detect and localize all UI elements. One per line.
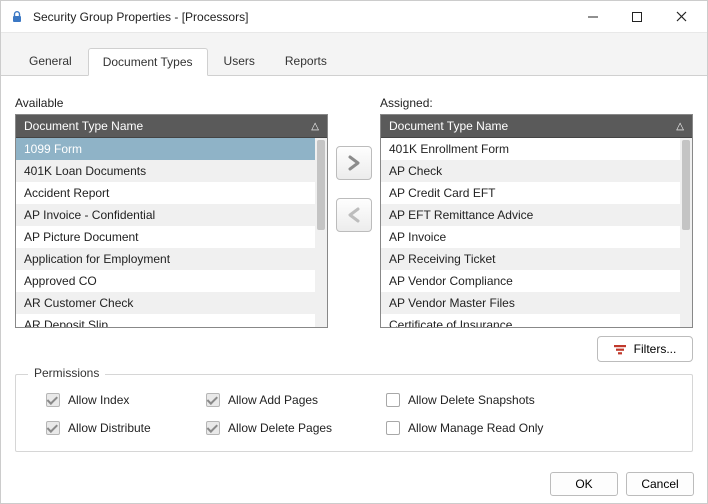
available-column-label: Document Type Name <box>24 119 143 133</box>
perm-label: Allow Delete Pages <box>228 421 332 435</box>
list-item[interactable]: AP Picture Document <box>16 226 327 248</box>
list-item[interactable]: AP Invoice - Confidential <box>16 204 327 226</box>
checkbox-icon <box>206 393 220 407</box>
perm-allow-manage-read-only[interactable]: Allow Manage Read Only <box>386 421 606 435</box>
scroll-thumb[interactable] <box>317 140 325 230</box>
tab-reports[interactable]: Reports <box>271 48 341 76</box>
cancel-button[interactable]: Cancel <box>626 472 694 496</box>
minimize-button[interactable] <box>571 2 615 32</box>
list-item[interactable]: AP Invoice <box>381 226 692 248</box>
assigned-column-label: Document Type Name <box>389 119 508 133</box>
unassign-button[interactable] <box>336 198 372 232</box>
perm-allow-delete-pages[interactable]: Allow Delete Pages <box>206 421 386 435</box>
list-item[interactable]: Approved CO <box>16 270 327 292</box>
ok-button[interactable]: OK <box>550 472 618 496</box>
list-item[interactable]: AP Receiving Ticket <box>381 248 692 270</box>
dialog-footer: OK Cancel <box>0 464 708 504</box>
window-title: Security Group Properties - [Processors] <box>33 10 571 24</box>
perm-allow-distribute[interactable]: Allow Distribute <box>46 421 206 435</box>
checkbox-icon <box>46 421 60 435</box>
list-item[interactable]: Certificate of Insurance <box>381 314 692 327</box>
filters-button[interactable]: Filters... <box>597 336 693 362</box>
checkbox-icon <box>386 421 400 435</box>
available-column-header[interactable]: Document Type Name △ <box>16 115 327 138</box>
list-item[interactable]: AP Check <box>381 160 692 182</box>
perm-label: Allow Delete Snapshots <box>408 393 535 407</box>
perm-label: Allow Index <box>68 393 129 407</box>
maximize-button[interactable] <box>615 2 659 32</box>
tab-strip: GeneralDocument TypesUsersReports <box>1 33 707 76</box>
list-item[interactable]: AP Vendor Master Files <box>381 292 692 314</box>
filters-label: Filters... <box>634 342 677 356</box>
list-item[interactable]: Application for Employment <box>16 248 327 270</box>
permissions-group: Permissions Allow IndexAllow Add PagesAl… <box>15 374 693 452</box>
list-item[interactable]: Accident Report <box>16 182 327 204</box>
scroll-thumb[interactable] <box>682 140 690 230</box>
available-label: Available <box>15 96 328 110</box>
lock-icon <box>9 9 25 25</box>
list-item[interactable]: AP EFT Remittance Advice <box>381 204 692 226</box>
perm-allow-add-pages[interactable]: Allow Add Pages <box>206 393 386 407</box>
assigned-label: Assigned: <box>380 96 693 110</box>
list-item[interactable]: 401K Loan Documents <box>16 160 327 182</box>
checkbox-icon <box>46 393 60 407</box>
assigned-column-header[interactable]: Document Type Name △ <box>381 115 692 138</box>
assigned-scrollbar[interactable] <box>680 138 692 327</box>
list-item[interactable]: 401K Enrollment Form <box>381 138 692 160</box>
perm-allow-index[interactable]: Allow Index <box>46 393 206 407</box>
sort-asc-icon: △ <box>676 121 684 132</box>
tab-general[interactable]: General <box>15 48 86 76</box>
perm-label: Allow Distribute <box>68 421 151 435</box>
permissions-legend: Permissions <box>28 366 105 380</box>
list-item[interactable]: AP Vendor Compliance <box>381 270 692 292</box>
tab-users[interactable]: Users <box>210 48 269 76</box>
list-item[interactable]: 1099 Form <box>16 138 327 160</box>
titlebar: Security Group Properties - [Processors] <box>1 1 707 33</box>
perm-label: Allow Manage Read Only <box>408 421 543 435</box>
close-button[interactable] <box>659 2 703 32</box>
sort-asc-icon: △ <box>311 121 319 132</box>
list-item[interactable]: AP Credit Card EFT <box>381 182 692 204</box>
list-item[interactable]: AR Customer Check <box>16 292 327 314</box>
available-list[interactable]: Document Type Name △ 1099 Form401K Loan … <box>15 114 328 328</box>
perm-allow-delete-snapshots[interactable]: Allow Delete Snapshots <box>386 393 606 407</box>
perm-label: Allow Add Pages <box>228 393 318 407</box>
tab-document-types[interactable]: Document Types <box>88 48 208 76</box>
assign-button[interactable] <box>336 146 372 180</box>
checkbox-icon <box>386 393 400 407</box>
filter-icon <box>614 344 626 354</box>
assigned-list[interactable]: Document Type Name △ 401K Enrollment For… <box>380 114 693 328</box>
list-item[interactable]: AR Deposit Slip <box>16 314 327 327</box>
available-scrollbar[interactable] <box>315 138 327 327</box>
checkbox-icon <box>206 421 220 435</box>
